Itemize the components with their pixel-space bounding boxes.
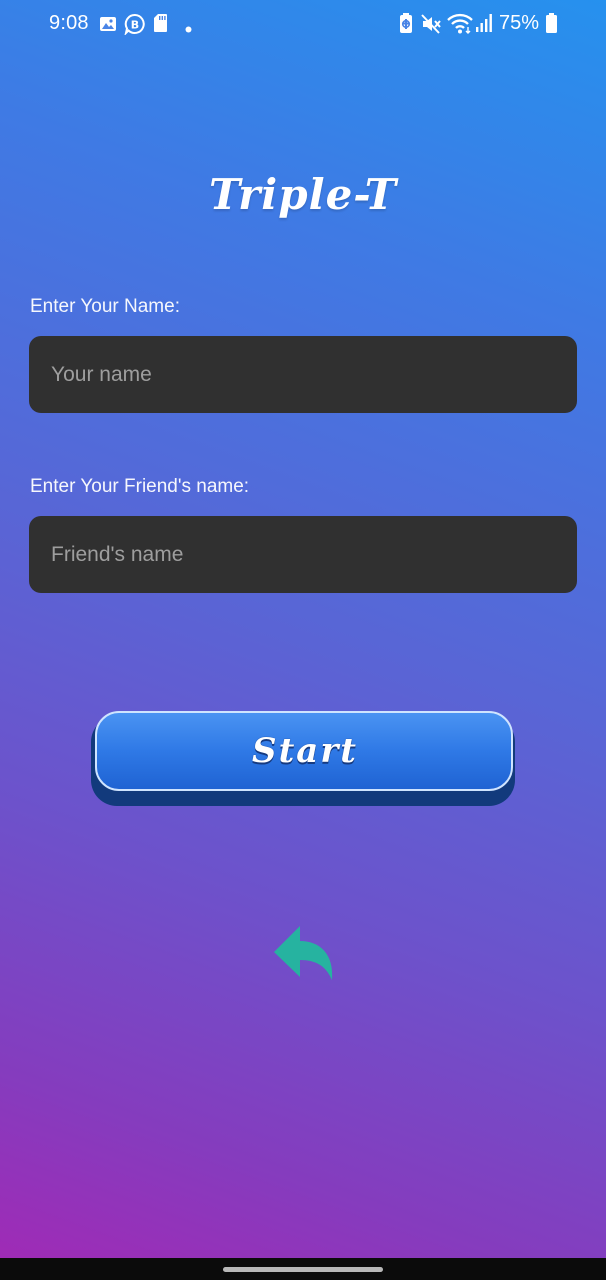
battery-saver-icon (399, 13, 413, 39)
gallery-icon (99, 16, 117, 37)
sd-card-icon (153, 13, 168, 38)
friend-name-input[interactable] (29, 516, 577, 593)
signal-icon (475, 13, 493, 38)
back-button[interactable] (270, 922, 338, 984)
name-input[interactable] (29, 336, 577, 413)
name-label: Enter Your Name: (30, 296, 180, 317)
friend-name-label: Enter Your Friend's name: (30, 476, 250, 497)
start-button[interactable]: Start (91, 710, 515, 806)
battery-percent: 75% (499, 12, 540, 34)
mute-icon (421, 14, 441, 39)
home-indicator[interactable] (223, 1267, 383, 1272)
app-screen: 9:08 B 75% Triple-T Enter Your Name: You… (0, 0, 606, 1280)
svg-text:B: B (131, 19, 139, 32)
status-time: 9:08 (49, 12, 89, 34)
status-bar: 9:08 B 75% (0, 0, 606, 50)
wifi-icon (447, 13, 473, 39)
battery-icon (545, 13, 558, 39)
navigation-bar (0, 1258, 606, 1280)
app-title: Triple-T (208, 170, 398, 219)
business-chat-icon: B (124, 13, 146, 40)
dot-icon (185, 20, 192, 38)
back-arrow-icon (274, 926, 333, 980)
start-button-label: Start (252, 731, 358, 771)
